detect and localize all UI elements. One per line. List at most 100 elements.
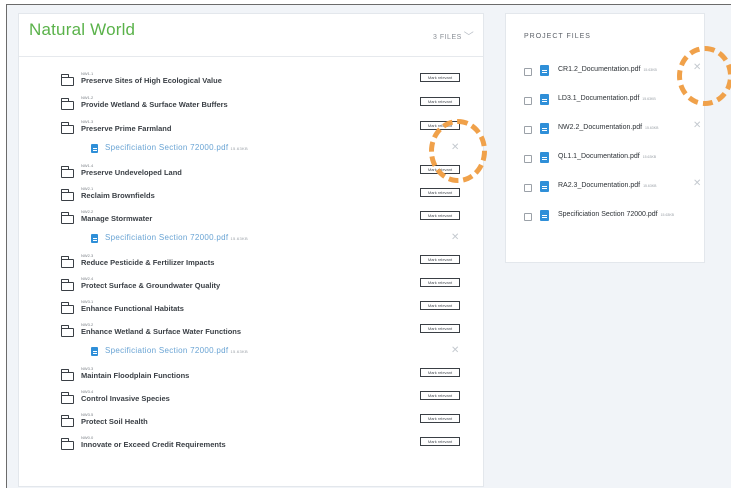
file-checkbox[interactable]: [524, 155, 532, 163]
file-name: Specificiation Section 72000.pdf: [558, 211, 658, 218]
project-file-row: LD3.1_Documentation.pdf 15.63KB: [506, 93, 706, 109]
document-icon: [540, 210, 549, 221]
folder-icon[interactable]: [60, 74, 74, 86]
credit-row: NW3.3 Maintain Floodplain Functions Mark…: [19, 365, 485, 385]
attachment-link[interactable]: Specificiation Section 72000.pdf 15.63KB: [105, 233, 248, 242]
folder-icon[interactable]: [60, 369, 74, 381]
credit-name[interactable]: Reclaim Brownfields: [81, 191, 155, 200]
highlight-annotation: [429, 119, 487, 183]
project-files-panel: PROJECT FILES CR1.2_Documentation.pdf 15…: [505, 13, 731, 263]
file-checkbox[interactable]: [524, 184, 532, 192]
folder-icon[interactable]: [60, 415, 74, 427]
mark-relevant-button[interactable]: Mark relevant: [420, 324, 460, 333]
credit-name[interactable]: Provide Wetland & Surface Water Buffers: [81, 100, 228, 109]
file-link[interactable]: RA2.3_Documentation.pdf 15.63KB: [558, 182, 657, 189]
credit-row: NW3.4 Control Invasive Species Mark rele…: [19, 388, 485, 408]
document-icon: [91, 234, 98, 243]
credit-name[interactable]: Protect Soil Health: [81, 417, 148, 426]
folder-icon[interactable]: [60, 325, 74, 337]
credit-name[interactable]: Innovate or Exceed Credit Requirements: [81, 440, 226, 449]
close-icon[interactable]: ✕: [451, 345, 459, 356]
file-checkbox[interactable]: [524, 68, 532, 76]
file-link[interactable]: CR1.2_Documentation.pdf 15.63KB: [558, 66, 657, 73]
mark-relevant-button[interactable]: Mark relevant: [420, 437, 460, 446]
mark-relevant-button[interactable]: Mark relevant: [420, 278, 460, 287]
document-icon: [540, 181, 549, 192]
folder-icon[interactable]: [60, 392, 74, 404]
mark-relevant-button[interactable]: Mark relevant: [420, 414, 460, 423]
file-count-toggle[interactable]: 3 FILES ﹀: [433, 27, 475, 43]
credit-row: NW0.0 Innovate or Exceed Credit Requirem…: [19, 434, 485, 454]
credit-row: NW2.4 Protect Surface & Groundwater Qual…: [19, 275, 485, 295]
credit-row: NW2.1 Reclaim Brownfields Mark relevant: [19, 185, 485, 205]
credit-name[interactable]: Control Invasive Species: [81, 394, 170, 403]
file-link[interactable]: Specificiation Section 72000.pdf 15.63KB: [558, 211, 674, 218]
file-size: 15.63KB: [645, 126, 659, 130]
mark-relevant-button[interactable]: Mark relevant: [420, 97, 460, 106]
file-name: NW2.2_Documentation.pdf: [558, 124, 643, 131]
credit-row: NW1.2 Provide Wetland & Surface Water Bu…: [19, 94, 485, 114]
file-size: 15.63KB: [643, 184, 657, 188]
attachment-name: Specificiation Section 72000.pdf: [105, 346, 229, 355]
credit-row: NW3.5 Protect Soil Health Mark relevant: [19, 411, 485, 431]
attachment-link[interactable]: Specificiation Section 72000.pdf 15.63KB: [105, 143, 248, 152]
credit-name[interactable]: Reduce Pesticide & Fertilizer Impacts: [81, 258, 214, 267]
close-icon[interactable]: ✕: [693, 120, 701, 131]
credit-name[interactable]: Enhance Wetland & Surface Water Function…: [81, 327, 241, 336]
close-icon[interactable]: ✕: [451, 232, 459, 243]
file-link[interactable]: LD3.1_Documentation.pdf 15.63KB: [558, 95, 656, 102]
folder-icon[interactable]: [60, 279, 74, 291]
attachment-name: Specificiation Section 72000.pdf: [105, 233, 229, 242]
project-files-title: PROJECT FILES: [524, 33, 591, 40]
mark-relevant-button[interactable]: Mark relevant: [420, 368, 460, 377]
folder-icon[interactable]: [60, 438, 74, 450]
file-link[interactable]: NW2.2_Documentation.pdf 15.63KB: [558, 124, 658, 131]
mark-relevant-button[interactable]: Mark relevant: [420, 211, 460, 220]
highlight-annotation: [677, 46, 731, 106]
folder-icon[interactable]: [60, 189, 74, 201]
document-icon: [540, 152, 549, 163]
credit-name[interactable]: Preserve Sites of High Ecological Value: [81, 76, 222, 85]
document-icon: [540, 94, 549, 105]
credit-row: NW2.3 Reduce Pesticide & Fertilizer Impa…: [19, 252, 485, 272]
file-name: LD3.1_Documentation.pdf: [558, 95, 640, 102]
document-icon: [91, 144, 98, 153]
credit-name[interactable]: Manage Stormwater: [81, 214, 152, 223]
file-link[interactable]: QL1.1_Documentation.pdf 15.63KB: [558, 153, 656, 160]
mark-relevant-button[interactable]: Mark relevant: [420, 188, 460, 197]
project-file-row: CR1.2_Documentation.pdf 15.63KB ✕: [506, 62, 706, 80]
file-checkbox[interactable]: [524, 213, 532, 221]
folder-icon[interactable]: [60, 302, 74, 314]
mark-relevant-button[interactable]: Mark relevant: [420, 73, 460, 82]
document-icon: [91, 347, 98, 356]
file-checkbox[interactable]: [524, 97, 532, 105]
credit-name[interactable]: Maintain Floodplain Functions: [81, 371, 189, 380]
project-file-row: NW2.2_Documentation.pdf 15.63KB ✕: [506, 120, 706, 138]
credit-name[interactable]: Preserve Prime Farmland: [81, 124, 171, 133]
folder-icon[interactable]: [60, 166, 74, 178]
folder-icon[interactable]: [60, 212, 74, 224]
attachment-size: 15.63KB: [230, 146, 248, 151]
app-frame: Natural World 3 FILES ﹀ NW1.1 Preserve Si…: [6, 4, 731, 488]
credit-name[interactable]: Enhance Functional Habitats: [81, 304, 184, 313]
attachment-link[interactable]: Specificiation Section 72000.pdf 15.63KB: [105, 346, 248, 355]
attachment-name: Specificiation Section 72000.pdf: [105, 143, 229, 152]
document-icon: [540, 65, 549, 76]
mark-relevant-button[interactable]: Mark relevant: [420, 255, 460, 264]
folder-icon[interactable]: [60, 98, 74, 110]
chevron-down-icon: ﹀: [463, 32, 475, 43]
credit-name[interactable]: Preserve Undeveloped Land: [81, 168, 182, 177]
close-icon[interactable]: ✕: [693, 178, 701, 189]
credit-row: NW1.3 Preserve Prime Farmland Mark relev…: [19, 118, 485, 138]
credit-name[interactable]: Protect Surface & Groundwater Quality: [81, 281, 220, 290]
folder-icon[interactable]: [60, 122, 74, 134]
project-file-row: RA2.3_Documentation.pdf 15.63KB ✕: [506, 178, 706, 196]
credit-row: NW2.2 Manage Stormwater Mark relevant: [19, 208, 485, 228]
attachment-row: Specificiation Section 72000.pdf 15.63KB …: [19, 345, 485, 359]
credit-row: NW3.2 Enhance Wetland & Surface Water Fu…: [19, 321, 485, 341]
folder-icon[interactable]: [60, 256, 74, 268]
file-size: 15.63KB: [660, 213, 675, 217]
mark-relevant-button[interactable]: Mark relevant: [420, 301, 460, 310]
file-checkbox[interactable]: [524, 126, 532, 134]
mark-relevant-button[interactable]: Mark relevant: [420, 391, 460, 400]
